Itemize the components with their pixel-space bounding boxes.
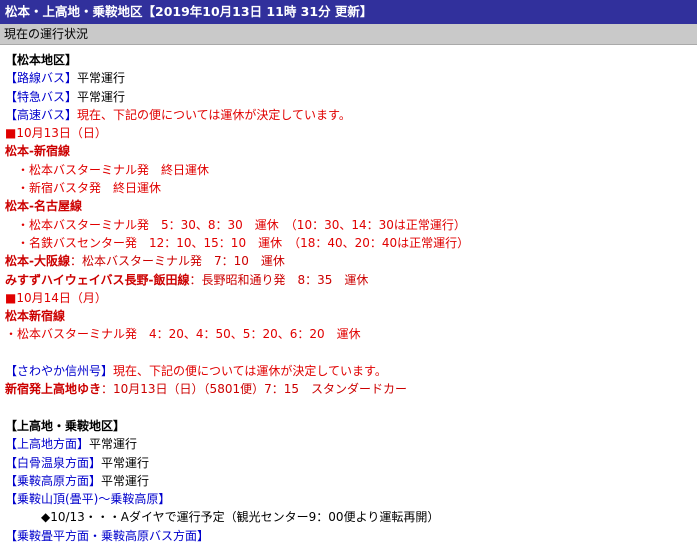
subheader-label: 現在の運行状況: [4, 27, 89, 41]
osaka-line-row: 松本-大阪線：松本バスターミナル発 7：10 運休: [5, 252, 697, 270]
misuzu-line-title: みすずハイウェイバス長野-飯田線: [5, 272, 190, 287]
shinjuku-line-title: 松本-新宿線: [5, 144, 70, 159]
norikura-kogen-row: 【乗鞍高原方面】平常運行: [5, 472, 697, 490]
misuzu-line-row: みすずハイウェイバス長野-飯田線：長野昭和通り発 8：35 運休: [5, 271, 697, 289]
express-bus-status: 平常運行: [77, 89, 126, 104]
shinjuku-line2-title: 松本新宿線: [5, 309, 66, 324]
osaka-line-detail: ：松本バスターミナル発 7：10 運休: [69, 254, 285, 269]
shinjuku-line2-item: ・松本バスターミナル発 4：20、4：50、5：20、6：20 運休: [5, 327, 361, 342]
date-oct14: ■10月14日（月）: [5, 290, 107, 305]
matsumoto-heading: 【松本地区】: [5, 53, 78, 67]
nagoya-line-title: 松本-名古屋線: [5, 199, 82, 214]
shirahone-status: 平常運行: [101, 455, 150, 470]
sawayaka-detail-title: 新宿発上高地ゆき: [5, 382, 102, 397]
highway-bus-status: 現在、下記の便については運休が決定しています。: [77, 107, 351, 122]
express-bus-row: 【特急バス】平常運行: [5, 88, 697, 106]
section-subheader: 現在の運行状況: [0, 24, 697, 45]
misuzu-line-detail: ：長野昭和通り発 8：35 運休: [189, 272, 369, 287]
kamikochi-status: 平常運行: [89, 437, 138, 452]
osaka-line-title: 松本-大阪線: [5, 254, 70, 269]
date-oct13: ■10月13日（日）: [5, 126, 107, 141]
sawayaka-detail-text: ：10月13日（日）（5801便）7：15 スタンダードカー: [101, 382, 407, 397]
highway-bus-name: 【高速バス】: [5, 107, 78, 122]
sawayaka-name: 【さわやか信州号】: [5, 364, 114, 379]
page-header: 松本・上高地・乗鞍地区【2019年10月13日 11時 31分 更新】: [0, 0, 697, 24]
sawayaka-row: 【さわやか信州号】現在、下記の便については運休が決定しています。: [5, 362, 697, 380]
shirahone-name: 【白骨温泉方面】: [5, 455, 102, 470]
norikura-peak-name: 【乗鞍山頂(畳平)～乗鞍高原】: [5, 492, 171, 507]
route-bus-row: 【路線バス】平常運行: [5, 69, 697, 87]
highway-bus-row: 【高速バス】現在、下記の便については運休が決定しています。: [5, 106, 697, 124]
page-title: 松本・上高地・乗鞍地区【2019年10月13日 11時 31分 更新】: [5, 4, 373, 19]
nagoya-line-item: ・松本バスターミナル発 5：30、8：30 運休 （10：30、14：30は正常…: [17, 217, 466, 232]
express-bus-name: 【特急バス】: [5, 89, 78, 104]
shirahone-row: 【白骨温泉方面】平常運行: [5, 454, 697, 472]
nagoya-line-item: ・名鉄バスセンター発 12：10、15：10 運休 （18：40、20：40は正…: [17, 235, 470, 250]
shinjuku-line-item: ・新宿バスタ発 終日運休: [17, 181, 162, 196]
sawayaka-status: 現在、下記の便については運休が決定しています。: [113, 364, 387, 379]
route-bus-name: 【路線バス】: [5, 71, 78, 86]
shinjuku-line-item: ・松本バスターミナル発 終日運休: [17, 162, 210, 177]
kamikochi-name: 【上高地方面】: [5, 437, 90, 452]
kamikochi-heading: 【上高地・乗鞍地区】: [5, 418, 126, 433]
sawayaka-detail-row: 新宿発上高地ゆき：10月13日（日）（5801便）7：15 スタンダードカー: [5, 380, 697, 398]
norikura-kogen-name: 【乗鞍高原方面】: [5, 473, 102, 488]
kamikochi-row: 【上高地方面】平常運行: [5, 435, 697, 453]
status-content: 【松本地区】 【路線バス】平常運行 【特急バス】平常運行 【高速バス】現在、下記…: [0, 45, 697, 545]
cutoff-line: 【乗鞍畳平方面・乗鞍高原バス方面】: [5, 528, 210, 543]
norikura-peak-row: 【乗鞍山頂(畳平)～乗鞍高原】: [5, 490, 697, 508]
route-bus-status: 平常運行: [77, 71, 126, 86]
norikura-kogen-status: 平常運行: [101, 473, 150, 488]
